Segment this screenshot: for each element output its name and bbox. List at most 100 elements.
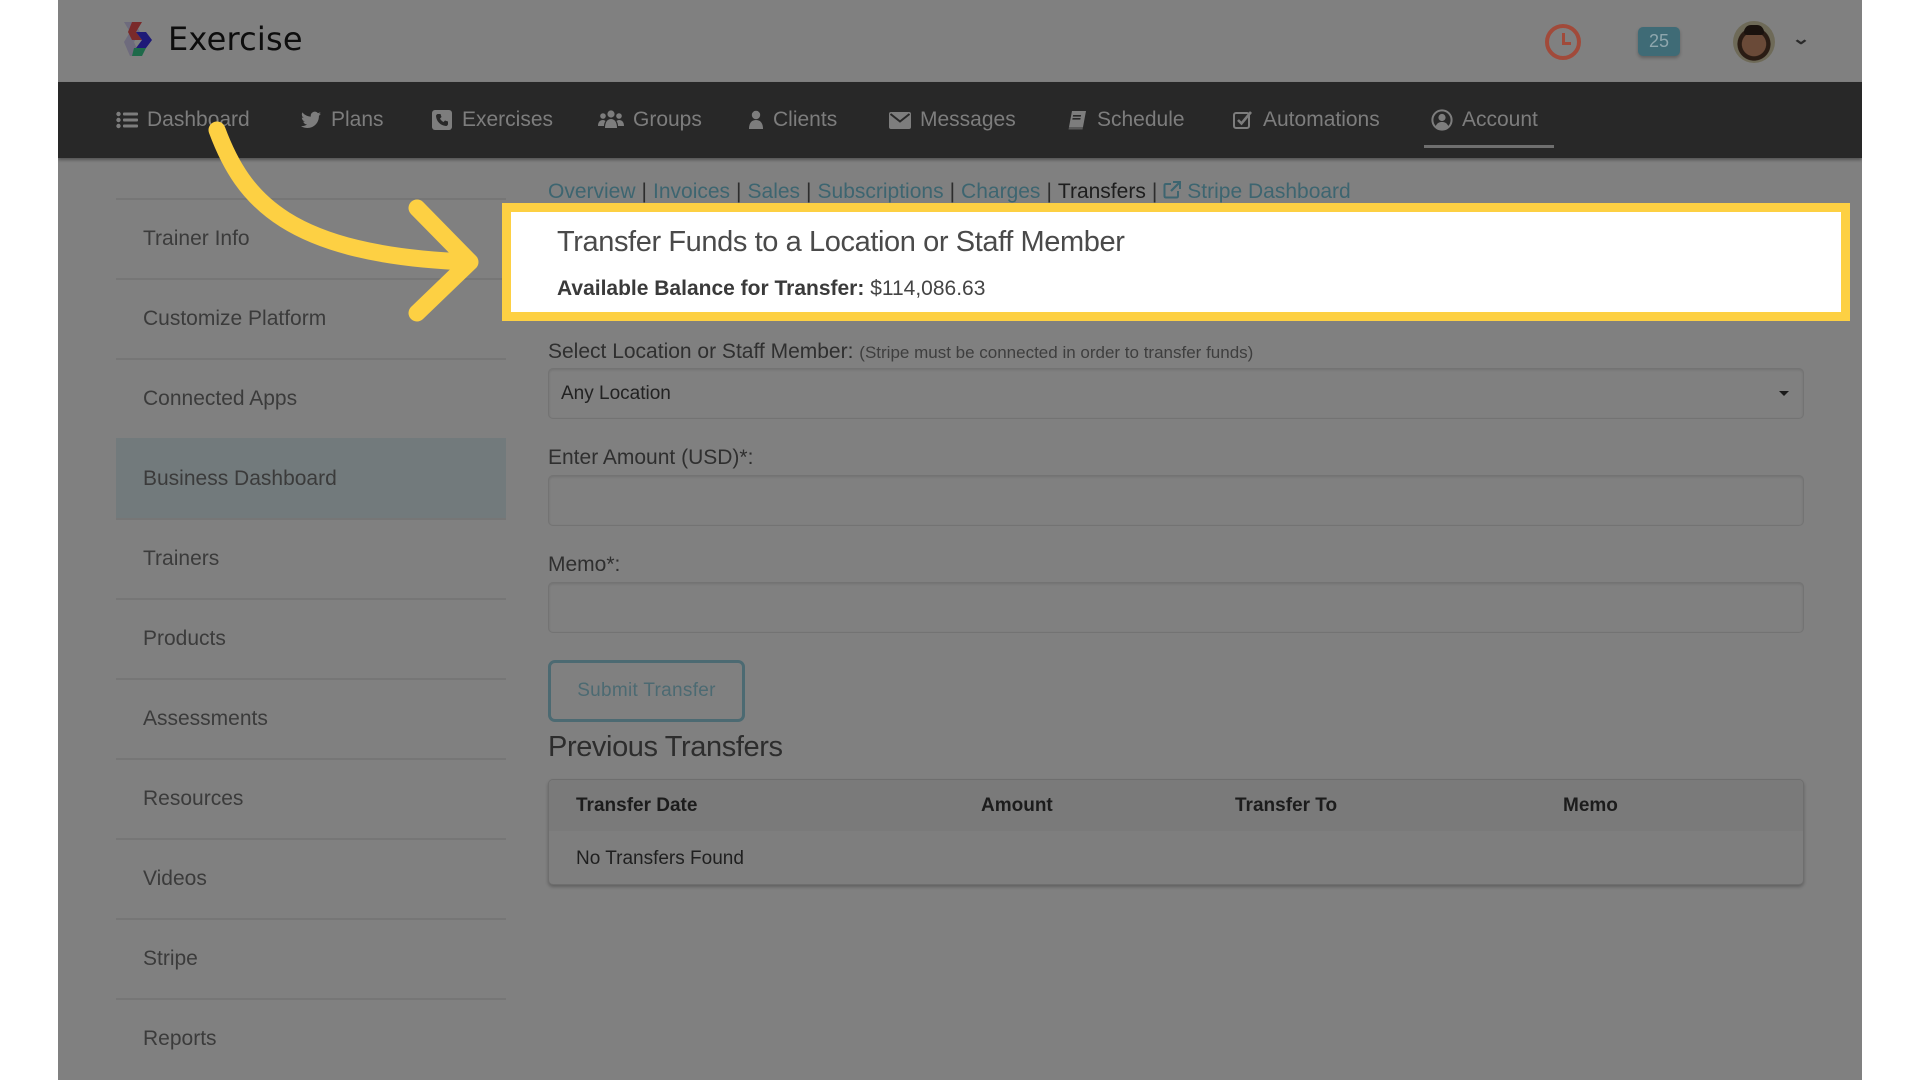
chevron-down-icon[interactable]: ⌄ [1787, 30, 1815, 50]
app-window: Exercise 25 ⌄ Dashboard Plans Exercises [58, 0, 1862, 1080]
separator: | [806, 180, 812, 203]
highlight-callout: Transfer Funds to a Location or Staff Me… [502, 203, 1850, 321]
available-balance: Available Balance for Transfer: $114,086… [557, 277, 985, 301]
subnav-stripe-dashboard[interactable]: Stripe Dashboard [1163, 180, 1351, 204]
users-icon [598, 109, 624, 131]
separator: | [1151, 180, 1158, 203]
nav-label: Clients [773, 108, 838, 131]
main-nav: Dashboard Plans Exercises Groups Clients [58, 82, 1862, 158]
notification-badge[interactable]: 25 [1638, 27, 1680, 56]
memo-input[interactable] [548, 582, 1804, 633]
sidebar-item-label: Videos [143, 867, 207, 890]
check-square-icon [1232, 109, 1254, 131]
sidebar-item-products[interactable]: Products [116, 598, 506, 678]
sidebar-item-label: Connected Apps [143, 387, 298, 410]
nav-item-plans[interactable]: Plans [300, 82, 384, 158]
sidebar-item-label: Trainer Info [143, 227, 250, 250]
nav-item-messages[interactable]: Messages [889, 82, 1016, 158]
nav-item-dashboard[interactable]: Dashboard [116, 82, 250, 158]
column-header-memo[interactable]: Memo [1563, 795, 1618, 817]
sidebar-item-business-dashboard[interactable]: Business Dashboard [116, 438, 506, 518]
sidebar-item-customize-platform[interactable]: Customize Platform [116, 278, 506, 358]
nav-item-groups[interactable]: Groups [598, 82, 702, 158]
location-select-value: Any Location [561, 382, 671, 404]
book-icon [1066, 109, 1088, 131]
previous-transfers-title: Previous Transfers [548, 731, 783, 763]
nav-item-clients[interactable]: Clients [748, 82, 837, 158]
active-tab-indicator [1424, 145, 1554, 148]
amount-label: Enter Amount (USD)*: [548, 446, 754, 469]
memo-label: Memo*: [548, 553, 621, 576]
business-subnav: Overview | Invoices | Sales | Subscripti… [548, 180, 1351, 204]
sidebar-item-label: Assessments [143, 707, 268, 730]
clock-icon[interactable] [1545, 24, 1581, 60]
subnav-sales[interactable]: Sales [748, 180, 801, 204]
nav-label: Dashboard [147, 108, 250, 131]
location-hint: (Stripe must be connected in order to tr… [859, 343, 1254, 362]
external-link-icon [1163, 181, 1182, 199]
sidebar: Trainer Info Customize Platform Connecte… [116, 198, 506, 1078]
phone-square-icon [431, 109, 453, 131]
subnav-transfers[interactable]: Transfers [1058, 180, 1146, 204]
sidebar-item-label: Reports [143, 1027, 217, 1050]
envelope-icon [889, 109, 911, 131]
amount-input[interactable] [548, 475, 1804, 526]
separator: | [641, 180, 647, 203]
sidebar-item-assessments[interactable]: Assessments [116, 678, 506, 758]
table-header: Transfer Date Amount Transfer To Memo [549, 780, 1803, 831]
sidebar-item-label: Products [143, 627, 226, 650]
separator: | [736, 180, 742, 203]
list-icon [116, 109, 138, 131]
separator: | [1046, 180, 1052, 203]
balance-label: Available Balance for Transfer: [557, 277, 865, 300]
sidebar-item-label: Customize Platform [143, 307, 327, 330]
sidebar-item-stripe[interactable]: Stripe [116, 918, 506, 998]
column-header-amount[interactable]: Amount [981, 795, 1053, 817]
subnav-overview[interactable]: Overview [548, 180, 636, 204]
column-header-transfer-to[interactable]: Transfer To [1235, 795, 1337, 817]
nav-label: Plans [331, 108, 384, 131]
top-header: Exercise 25 ⌄ [58, 0, 1862, 82]
twitter-bird-icon [300, 109, 322, 131]
subnav-invoices[interactable]: Invoices [653, 180, 730, 204]
sidebar-item-reports[interactable]: Reports [116, 998, 506, 1078]
balance-value: $114,086.63 [870, 277, 986, 300]
empty-table-message: No Transfers Found [576, 848, 744, 869]
nav-item-automations[interactable]: Automations [1232, 82, 1380, 158]
sidebar-item-label: Trainers [143, 547, 220, 570]
sidebar-item-connected-apps[interactable]: Connected Apps [116, 358, 506, 438]
location-label-text: Select Location or Staff Member: [548, 340, 854, 363]
sidebar-item-label: Business Dashboard [143, 467, 337, 490]
subnav-subscriptions[interactable]: Subscriptions [818, 180, 944, 204]
separator: | [949, 180, 956, 203]
nav-label: Groups [633, 108, 702, 131]
user-circle-icon [1431, 109, 1453, 131]
nav-label: Account [1462, 108, 1538, 131]
submit-transfer-button[interactable]: Submit Transfer [548, 660, 745, 722]
sidebar-item-label: Resources [143, 787, 244, 810]
caret-down-icon [1779, 391, 1789, 396]
sidebar-item-resources[interactable]: Resources [116, 758, 506, 838]
location-label: Select Location or Staff Member: (Stripe… [548, 340, 1253, 364]
user-icon [748, 109, 764, 131]
nav-label: Schedule [1097, 108, 1185, 131]
nav-label: Automations [1263, 108, 1380, 131]
sidebar-item-videos[interactable]: Videos [116, 838, 506, 918]
subnav-stripe-dashboard-label: Stripe Dashboard [1187, 180, 1351, 203]
transfer-funds-title: Transfer Funds to a Location or Staff Me… [557, 226, 1125, 258]
nav-item-schedule[interactable]: Schedule [1066, 82, 1185, 158]
app-name: Exercise [168, 20, 303, 58]
sidebar-item-label: Stripe [143, 947, 198, 970]
exercise-logo-icon [124, 22, 152, 56]
nav-label: Exercises [462, 108, 554, 131]
sidebar-item-trainer-info[interactable]: Trainer Info [116, 198, 506, 278]
nav-label: Messages [920, 108, 1016, 131]
column-header-transfer-date[interactable]: Transfer Date [576, 795, 697, 817]
app-logo[interactable]: Exercise [120, 20, 303, 58]
location-select[interactable]: Any Location [548, 368, 1804, 419]
sidebar-item-trainers[interactable]: Trainers [116, 518, 506, 598]
subnav-charges[interactable]: Charges [961, 180, 1040, 204]
user-avatar[interactable] [1733, 21, 1775, 63]
transfers-table: Transfer Date Amount Transfer To Memo No… [548, 779, 1804, 885]
nav-item-exercises[interactable]: Exercises [431, 82, 553, 158]
